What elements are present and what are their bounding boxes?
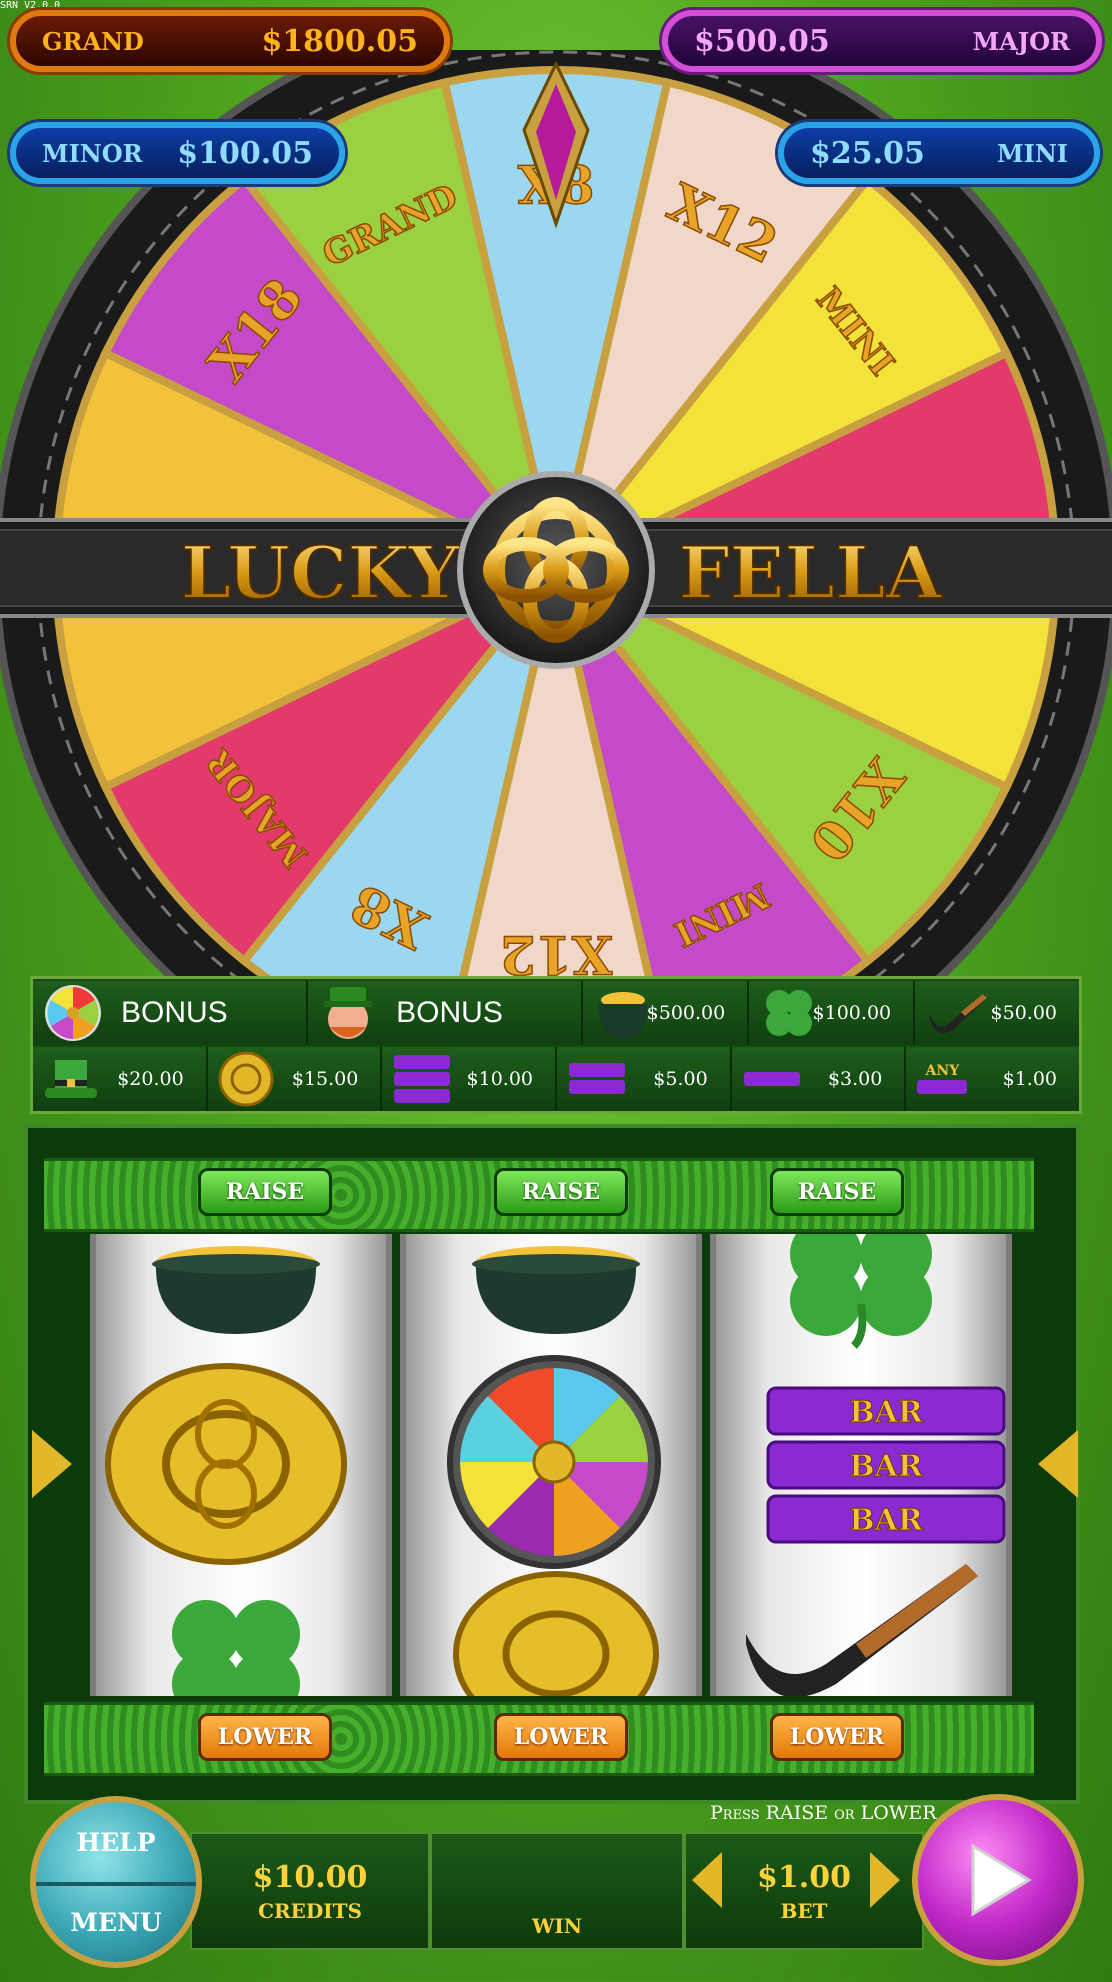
paytable-clover: $100.00 <box>749 981 916 1045</box>
mini-value: $25.05 <box>810 135 925 171</box>
payline-left-arrow-icon <box>32 1430 72 1498</box>
pipe-icon <box>929 994 988 1034</box>
pot-of-gold-icon <box>152 1246 320 1334</box>
pot-of-gold-icon <box>472 1246 640 1334</box>
raise-button-reel-3[interactable]: RAISE <box>770 1168 904 1216</box>
payline-right-arrow-icon <box>1038 1430 1078 1498</box>
paytable-any-bar: ANY $1.00 <box>906 1047 1080 1111</box>
mini-label: MINI <box>997 138 1068 168</box>
pot-of-gold-icon <box>599 992 648 1038</box>
mini-jackpot: $25.05 MINI <box>778 122 1100 184</box>
reel-2 <box>400 1234 702 1696</box>
paytable-value: $15.00 <box>291 1068 359 1090</box>
any-bar-icon: ANY <box>916 1063 968 1095</box>
reel-3: BAR BAR BAR <box>710 1234 1012 1696</box>
bar-label: BAR <box>849 1449 924 1484</box>
bet-increase-arrow-icon[interactable] <box>870 1852 900 1908</box>
credits-panel: $10.00 CREDITS <box>190 1832 430 1950</box>
bet-value: $1.00 <box>757 1859 851 1895</box>
paytable-single-bar: $3.00 <box>731 1047 907 1111</box>
paytable-value: $100.00 <box>812 1002 892 1024</box>
paytable-value: $50.00 <box>990 1002 1058 1024</box>
major-label: MAJOR <box>972 26 1070 56</box>
major-value: $500.05 <box>694 23 830 59</box>
reel-1 <box>90 1234 392 1696</box>
paytable-value: $3.00 <box>827 1068 883 1090</box>
spin-button[interactable] <box>912 1794 1084 1966</box>
paytable-double-bar: $5.00 <box>557 1047 732 1111</box>
paytable-value: $10.00 <box>466 1068 534 1090</box>
clover-icon <box>766 990 813 1036</box>
bar-label: BAR <box>849 1503 924 1538</box>
paytable-value: $20.00 <box>117 1068 184 1090</box>
bet-decrease-arrow-icon[interactable] <box>692 1852 722 1908</box>
paytable-pot-of-gold: $500.00 <box>583 981 750 1045</box>
grand-value: $1800.05 <box>261 23 418 59</box>
paytable-leprechaun-bonus: BONUS <box>308 981 584 1045</box>
major-jackpot: $500.05 MAJOR <box>662 10 1102 72</box>
grand-label: GRAND <box>42 26 144 56</box>
paytable-pipe: $50.00 <box>915 981 1080 1045</box>
credits-value: $10.00 <box>252 1859 368 1895</box>
paytable-row-1: BONUS BONUS $500.00 $100.00 $50.00 <box>33 981 1080 1045</box>
title-fella: FELLA <box>678 530 942 615</box>
wheel-icon <box>45 985 101 1041</box>
hint-text: Press RAISE or LOWER <box>710 1802 937 1824</box>
paytable-label: BONUS <box>396 996 503 1029</box>
paytable-row-2: $20.00 $15.00 $10.00 $5.00 $3.00 ANY $1.… <box>33 1047 1080 1111</box>
play-icon <box>971 1843 1032 1917</box>
paytable-value: $500.00 <box>646 1002 726 1024</box>
double-bar-icon <box>569 1063 626 1094</box>
hat-icon <box>45 1060 97 1098</box>
leprechaun-icon <box>324 987 373 1039</box>
clover-icon <box>172 1600 300 1696</box>
minor-label: MINOR <box>42 138 143 168</box>
single-bar-icon <box>743 1072 800 1086</box>
celtic-coin-icon <box>105 1363 347 1565</box>
bonus-wheel: X8X12MINIX10MINIX12X8MAJORX18GRAND LUCKY… <box>0 50 1112 1050</box>
lower-button-reel-2[interactable]: LOWER <box>494 1713 628 1761</box>
paytable-label: BONUS <box>121 996 228 1029</box>
paytable-value: $1.00 <box>1002 1068 1058 1090</box>
menu-button[interactable]: MENU <box>36 1882 196 1962</box>
coin-icon <box>218 1051 274 1107</box>
help-menu-button: HELP MENU <box>30 1796 202 1968</box>
minor-jackpot: MINOR $100.05 <box>10 122 345 184</box>
minor-value: $100.05 <box>177 135 313 171</box>
paytable-hat: $20.00 <box>33 1047 208 1111</box>
raise-button-reel-1[interactable]: RAISE <box>198 1168 332 1216</box>
paytable-coin: $15.00 <box>207 1047 383 1111</box>
wheel-graphic: X8X12MINIX10MINIX12X8MAJORX18GRAND LUCKY… <box>0 50 1112 1050</box>
lower-button-reel-1[interactable]: LOWER <box>198 1713 332 1761</box>
title-lucky: LUCKY <box>181 530 461 615</box>
bet-label: BET <box>780 1898 828 1923</box>
paytable-wheel-bonus: BONUS <box>33 981 309 1045</box>
win-label: WIN <box>531 1914 583 1938</box>
triple-bar-icon: BAR BAR BAR <box>766 1386 1006 1544</box>
bar-label: BAR <box>849 1395 924 1430</box>
bonus-wheel-icon <box>447 1355 661 1569</box>
triple-bar-icon <box>394 1055 451 1103</box>
paytable: BONUS BONUS $500.00 $100.00 $50.00 $20.0… <box>30 976 1082 1114</box>
help-button[interactable]: HELP <box>36 1802 196 1886</box>
paytable-triple-bar: $10.00 <box>382 1047 558 1111</box>
clover-icon <box>790 1234 932 1349</box>
grand-jackpot: GRAND $1800.05 <box>10 10 450 72</box>
paytable-value: $5.00 <box>653 1068 708 1090</box>
raise-button-reel-2[interactable]: RAISE <box>494 1168 628 1216</box>
pipe-icon <box>746 1564 978 1696</box>
credits-label: CREDITS <box>258 1898 362 1923</box>
lower-button-reel-3[interactable]: LOWER <box>770 1713 904 1761</box>
celtic-coin-icon <box>453 1571 659 1696</box>
any-label: ANY <box>925 1063 960 1079</box>
win-panel: WIN <box>430 1832 684 1950</box>
